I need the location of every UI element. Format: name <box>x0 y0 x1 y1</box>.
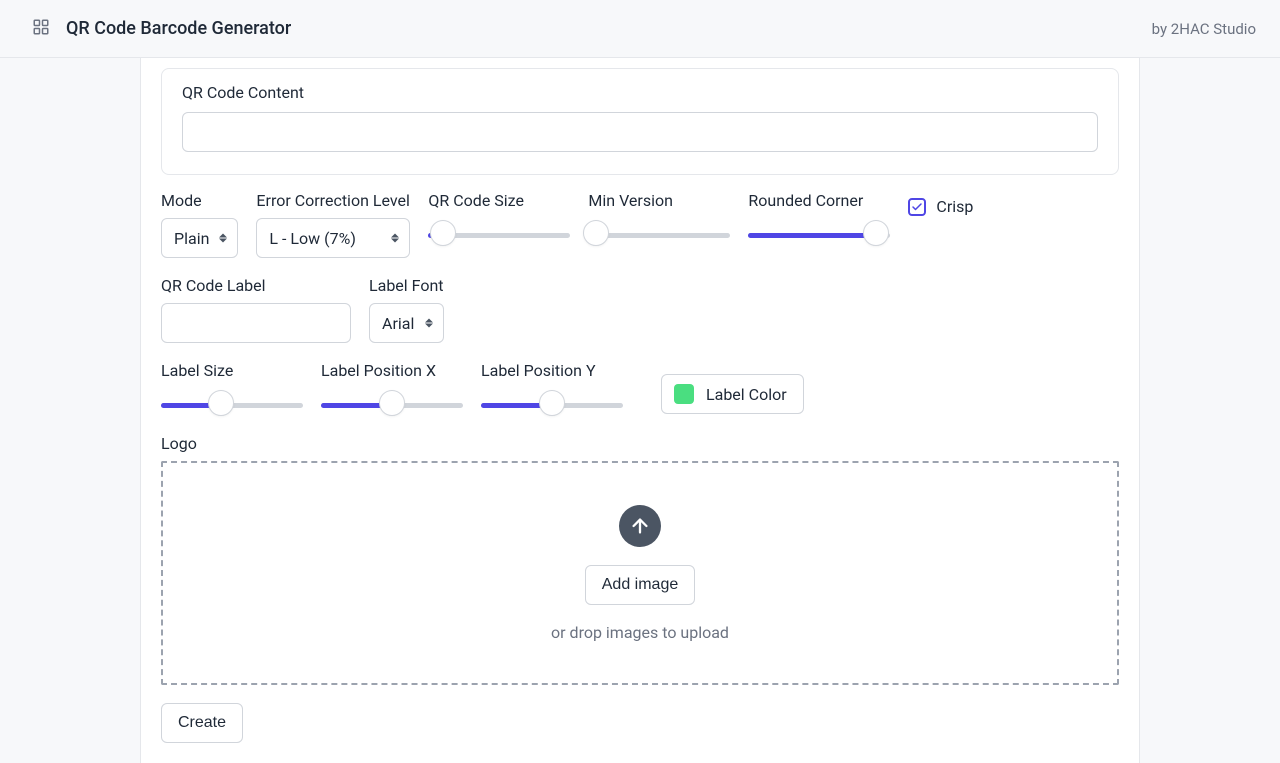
crisp-checkbox[interactable] <box>908 198 926 216</box>
chevron-updown-icon <box>391 234 399 243</box>
font-select[interactable]: Arial <box>369 303 444 343</box>
label-color-button[interactable]: Label Color <box>661 374 804 414</box>
mode-label: Mode <box>161 191 238 210</box>
font-field: Label Font Arial <box>369 276 444 343</box>
mode-value: Plain <box>174 229 209 248</box>
drop-hint: or drop images to upload <box>551 623 729 642</box>
minver-label: Min Version <box>588 191 730 210</box>
qr-content-card: QR Code Content <box>161 68 1119 175</box>
qrlabel-label: QR Code Label <box>161 276 351 295</box>
ecl-select[interactable]: L - Low (7%) <box>256 218 410 258</box>
logo-label: Logo <box>161 434 1119 453</box>
font-value: Arial <box>382 314 414 333</box>
qr-size-slider[interactable] <box>428 220 570 246</box>
ecl-field: Error Correction Level L - Low (7%) <box>256 191 410 258</box>
add-image-button[interactable]: Add image <box>585 565 696 605</box>
qr-label-input[interactable] <box>161 303 351 343</box>
posy-label: Label Position Y <box>481 361 623 380</box>
label-color-text: Label Color <box>706 385 787 404</box>
size-label: QR Code Size <box>428 191 570 210</box>
crisp-label: Crisp <box>936 197 973 216</box>
settings-row-1: Mode Plain Error Correction Level L - Lo… <box>161 191 1119 258</box>
settings-row-3: Label Size Label Position X Label Positi… <box>161 361 1119 416</box>
app-header: QR Code Barcode Generator by 2HAC Studio <box>0 0 1280 58</box>
rounded-field: Rounded Corner <box>748 191 890 246</box>
mode-select[interactable]: Plain <box>161 218 238 258</box>
header-left: QR Code Barcode Generator <box>32 18 291 40</box>
qrlabel-field: QR Code Label <box>161 276 351 343</box>
app-byline: by 2HAC Studio <box>1152 20 1256 38</box>
settings-row-2: QR Code Label Label Font Arial <box>161 276 1119 343</box>
crisp-field: Crisp <box>908 193 973 216</box>
chevron-updown-icon <box>425 319 433 328</box>
logo-dropzone[interactable]: Add image or drop images to upload <box>161 461 1119 685</box>
qr-content-input[interactable] <box>182 112 1098 152</box>
font-label: Label Font <box>369 276 444 295</box>
rounded-corner-slider[interactable] <box>748 220 890 246</box>
rounded-label: Rounded Corner <box>748 191 890 210</box>
labelsize-field: Label Size <box>161 361 303 416</box>
label-posy-slider[interactable] <box>481 390 623 416</box>
upload-icon <box>619 505 661 547</box>
main-panel: QR Code Content Mode Plain Error Correct… <box>140 58 1140 763</box>
minver-field: Min Version <box>588 191 730 246</box>
ecl-label: Error Correction Level <box>256 191 410 210</box>
app-title: QR Code Barcode Generator <box>66 18 291 39</box>
chevron-updown-icon <box>219 234 227 243</box>
label-size-slider[interactable] <box>161 390 303 416</box>
create-button[interactable]: Create <box>161 703 243 743</box>
qr-content-label: QR Code Content <box>182 83 1098 102</box>
labelsize-label: Label Size <box>161 361 303 380</box>
posx-label: Label Position X <box>321 361 463 380</box>
posy-field: Label Position Y <box>481 361 623 416</box>
ecl-value: L - Low (7%) <box>269 229 355 248</box>
check-icon <box>911 201 923 213</box>
min-version-slider[interactable] <box>588 220 730 246</box>
size-field: QR Code Size <box>428 191 570 246</box>
app-grid-icon[interactable] <box>32 18 50 40</box>
logo-section: Logo Add image or drop images to upload <box>161 434 1119 685</box>
color-swatch <box>674 384 694 404</box>
posx-field: Label Position X <box>321 361 463 416</box>
mode-field: Mode Plain <box>161 191 238 258</box>
label-posx-slider[interactable] <box>321 390 463 416</box>
